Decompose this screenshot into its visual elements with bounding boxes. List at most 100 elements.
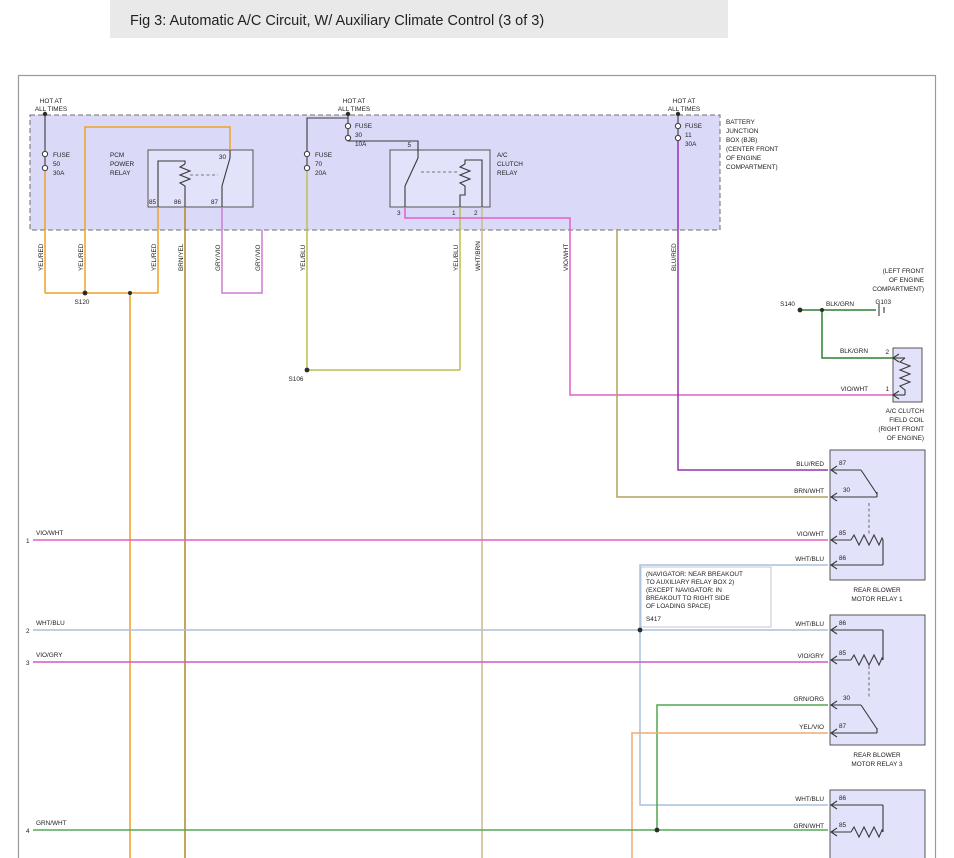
line2-label: WHT/BLU (36, 620, 65, 627)
line1-num: 1 (26, 538, 30, 545)
relayb-wire-grn-wht: GRN/WHT (793, 823, 824, 830)
relay3-wire-yel-vio: YEL/VIO (799, 724, 824, 731)
bjb-band (30, 115, 720, 230)
splice-s417: S417 (646, 616, 661, 623)
grn-junction-dot (655, 828, 660, 833)
wire-label-vio-wht: VIO/WHT (563, 244, 570, 271)
coil-pin2: 2 (885, 349, 889, 356)
fuse30-label1: FUSE (355, 123, 372, 130)
ac-pin3: 3 (397, 210, 401, 217)
wire-label-gry-vio-1: GRY/VIO (215, 244, 222, 271)
relayb-wire-wht-blu: WHT/BLU (795, 796, 824, 803)
splice-s106: S106 (289, 376, 304, 383)
ground-loc3: COMPARTMENT) (872, 286, 924, 293)
figure-title: Fig 3: Automatic A/C Circuit, W/ Auxilia… (130, 13, 544, 29)
ac-relay-label1: A/C (497, 152, 508, 159)
blk-grn-junction-dot (820, 308, 824, 312)
splice-s120: S120 (75, 299, 90, 306)
relay1-wire-wht-blu: WHT/BLU (795, 556, 824, 563)
pcm-pin86: 86 (174, 199, 182, 206)
ground-name: G103 (875, 299, 891, 306)
fuse30-label2: 30 (355, 132, 363, 139)
pcm-power-relay-box (148, 150, 253, 207)
wire-label-yel-blu-2: YEL/BLU (453, 244, 460, 271)
wire-label-blu-red: BLU/RED (671, 243, 678, 271)
relay1-pin87: 87 (839, 460, 847, 467)
fuse50-bottom (42, 165, 47, 170)
coil-name3: (RIGHT FRONT (878, 426, 924, 433)
relay1-wire-vio-wht: VIO/WHT (797, 531, 824, 538)
fuse70-top (304, 151, 309, 156)
s120-dot (83, 291, 88, 296)
relayb-pin85: 85 (839, 822, 847, 829)
fuse11-label3: 30A (685, 141, 697, 148)
pcm-pin85: 85 (149, 199, 157, 206)
line4-num: 4 (26, 828, 30, 835)
pcm-relay-label3: RELAY (110, 170, 131, 177)
relay1-wire-brn-wht: BRN/WHT (794, 488, 824, 495)
s106-dot (305, 368, 310, 373)
fuse50-label2: 50 (53, 161, 61, 168)
splice-s140: S140 (780, 301, 795, 308)
wire-label-gry-vio-2: GRY/VIO (255, 244, 262, 271)
ac-relay-label2: CLUTCH (497, 161, 523, 168)
ac-pin1: 1 (452, 210, 456, 217)
pcm-relay-label2: POWER (110, 161, 135, 168)
wire-label-yel-blu-1: YEL/BLU (300, 244, 307, 271)
relay3-pin85: 85 (839, 650, 847, 657)
fuse30-label3: 10A (355, 141, 367, 148)
note-line4: BREAKOUT TO RIGHT SIDE (646, 595, 730, 602)
line1-label: VIO/WHT (36, 530, 63, 537)
relay3-wire-grn-org: GRN/ORG (793, 696, 824, 703)
relay3-name1: REAR BLOWER (853, 752, 901, 759)
bjb-label3: BOX (BJB) (726, 137, 757, 144)
wire-label-yel-red-3: YEL/RED (151, 243, 158, 271)
fuse30-top (345, 123, 350, 128)
line3-num: 3 (26, 660, 30, 667)
bjb-label4: (CENTER FRONT (726, 146, 778, 153)
relay3-pin86: 86 (839, 620, 847, 627)
note-line2: TO AUXILIARY RELAY BOX 2) (646, 579, 734, 586)
fuse70-label1: FUSE (315, 152, 332, 159)
hot2-line1: HOT AT (343, 98, 366, 105)
fuse70-label3: 20A (315, 170, 327, 177)
s140-dot (798, 308, 803, 313)
hot1-line1: HOT AT (40, 98, 63, 105)
fuse30-bottom (345, 135, 350, 140)
coil-name4: OF ENGINE) (887, 435, 924, 442)
fuse11-label2: 11 (685, 132, 692, 139)
line2-num: 2 (26, 628, 30, 635)
note-line5: OF LOADING SPACE) (646, 603, 711, 610)
relayb-pin86: 86 (839, 795, 847, 802)
relay3-pin87: 87 (839, 723, 847, 730)
ground-loc1: (LEFT FRONT (883, 268, 925, 275)
ac-relay-label3: RELAY (497, 170, 518, 177)
fuse50-top (42, 151, 47, 156)
bjb-label6: COMPARTMENT) (726, 164, 778, 171)
coil-wire2-label: BLK/GRN (840, 348, 868, 355)
relay3-wire-wht-blu: WHT/BLU (795, 621, 824, 628)
s120-branch-dot (128, 291, 132, 295)
relay1-name1: REAR BLOWER (853, 587, 901, 594)
relay1-pin85: 85 (839, 530, 847, 537)
fuse50-label1: FUSE (53, 152, 70, 159)
s417-dot (638, 628, 643, 633)
wiring-diagram: Fig 3: Automatic A/C Circuit, W/ Auxilia… (0, 0, 954, 858)
wire-label-wht-brn: WHT/BRN (475, 241, 482, 271)
fuse11-top (675, 123, 680, 128)
bjb-label5: OF ENGINE (726, 155, 761, 162)
line3-label: VIO/GRY (36, 652, 63, 659)
coil-name1: A/C CLUTCH (886, 408, 925, 415)
relay1-pin30: 30 (843, 487, 851, 494)
hot1-line2: ALL TIMES (35, 106, 67, 113)
hot2-line2: ALL TIMES (338, 106, 370, 113)
pcm-pin30: 30 (219, 154, 227, 161)
relay3-name2: MOTOR RELAY 3 (851, 761, 903, 768)
ground-loc2: OF ENGINE (889, 277, 924, 284)
wire-label-yel-red-1: YEL/RED (38, 243, 45, 271)
relay1-pin86: 86 (839, 555, 847, 562)
pcm-relay-label1: PCM (110, 152, 124, 159)
relay3-pin30: 30 (843, 695, 851, 702)
coil-wire1-label: VIO/WHT (841, 386, 868, 393)
fuse70-label2: 70 (315, 161, 323, 168)
